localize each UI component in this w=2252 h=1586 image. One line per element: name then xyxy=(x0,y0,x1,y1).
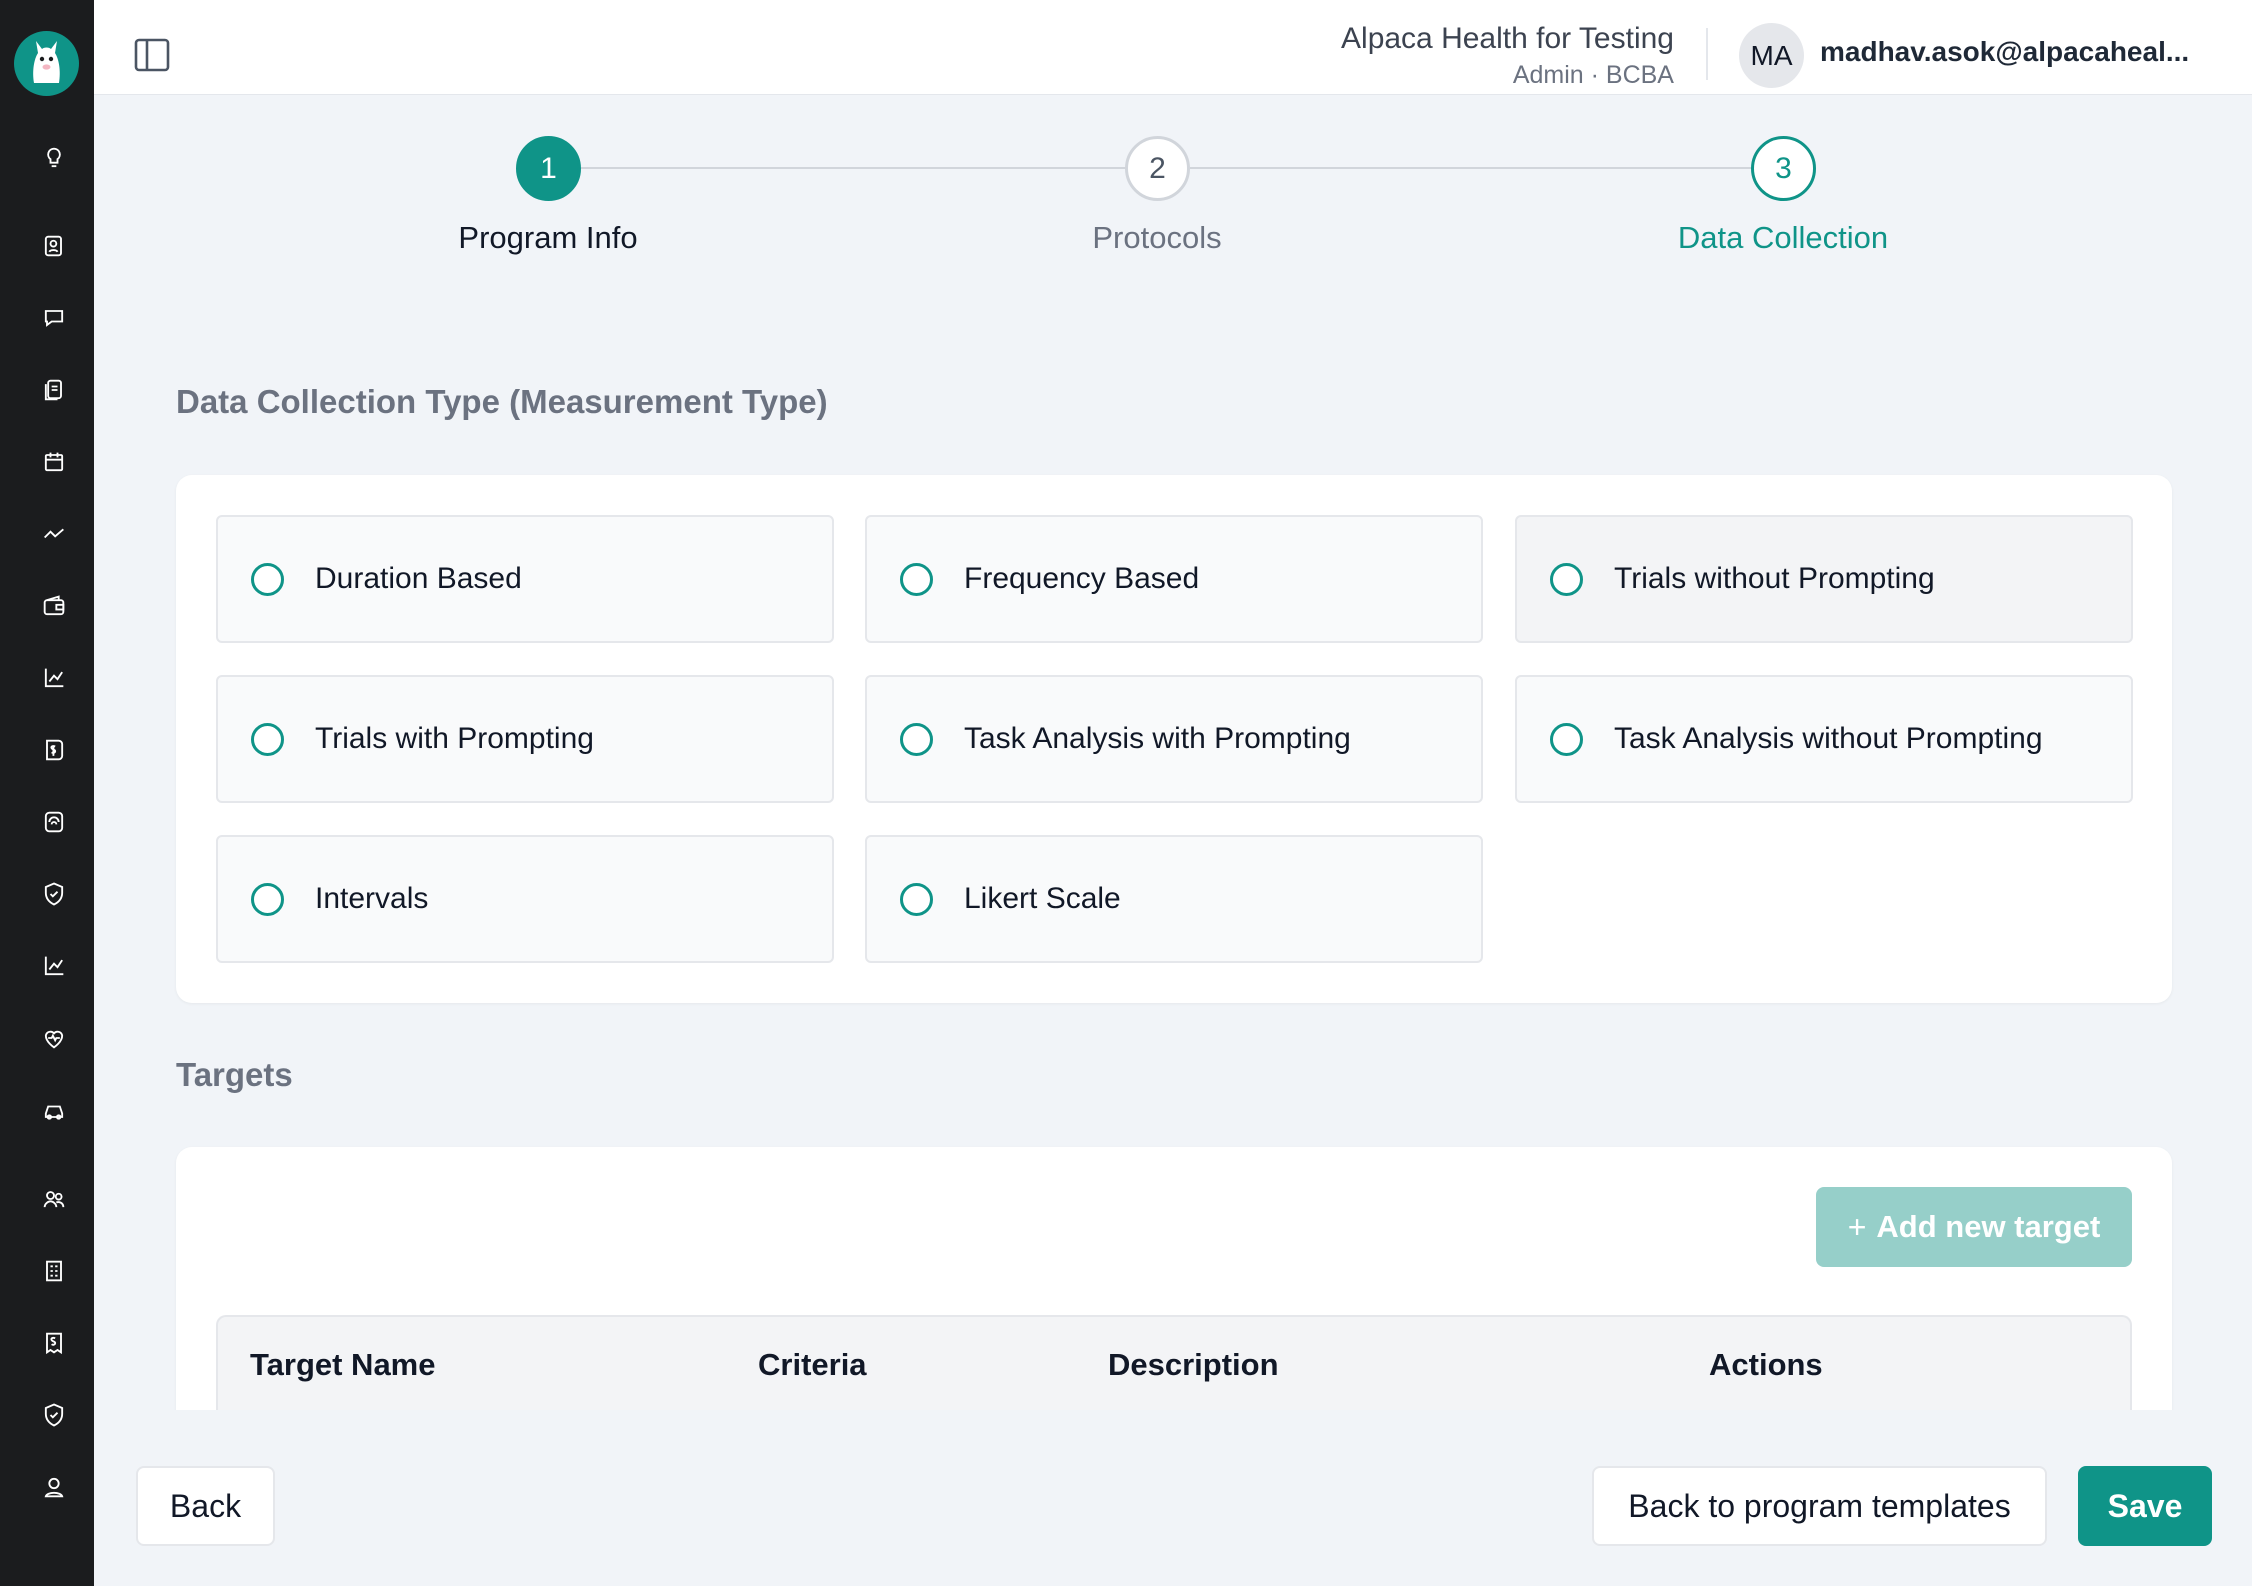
column-target-name: Target Name xyxy=(250,1347,436,1382)
option-label: Task Analysis without Prompting xyxy=(1614,722,2043,755)
header-divider xyxy=(1706,28,1708,80)
footer-bar: Back Back to program templates Save xyxy=(94,1410,2252,1586)
radio-button[interactable] xyxy=(900,882,933,916)
alpaca-logo[interactable] xyxy=(14,31,79,96)
measurement-type-card: Duration Based Frequency Based Trials wi… xyxy=(176,475,2172,1003)
analytics-icon[interactable] xyxy=(37,949,71,983)
radio-button[interactable] xyxy=(900,722,933,756)
compliance-icon[interactable] xyxy=(37,1398,71,1432)
top-header: Alpaca Health for Testing Admin · BCBA M… xyxy=(94,0,2252,95)
add-target-button[interactable]: + Add new target xyxy=(1816,1187,2132,1267)
team-icon[interactable] xyxy=(37,1182,71,1216)
profile-icon[interactable] xyxy=(37,1470,71,1504)
organization-name: Alpaca Health for Testing xyxy=(1341,22,1674,55)
column-criteria: Criteria xyxy=(758,1347,867,1382)
option-task-analysis-without-prompting[interactable]: Task Analysis without Prompting xyxy=(1515,675,2133,803)
lightbulb-icon[interactable] xyxy=(37,141,71,175)
radio-button[interactable] xyxy=(251,722,284,756)
option-label: Trials with Prompting xyxy=(315,722,594,755)
step-connector xyxy=(581,167,1126,169)
avatar[interactable]: MA xyxy=(1739,23,1804,88)
radio-button[interactable] xyxy=(900,562,933,596)
wallet-icon[interactable] xyxy=(37,589,71,623)
back-button[interactable]: Back xyxy=(136,1466,275,1546)
trend-icon[interactable] xyxy=(37,517,71,551)
shield-check-icon[interactable] xyxy=(37,877,71,911)
column-description: Description xyxy=(1108,1347,1279,1382)
targets-table-header: Target Name Criteria Description Actions xyxy=(216,1315,2132,1415)
messages-icon[interactable] xyxy=(37,301,71,335)
add-target-label: Add new target xyxy=(1876,1209,2101,1244)
targets-card: + Add new target Target Name Criteria De… xyxy=(176,1147,2172,1447)
billing-icon[interactable] xyxy=(37,733,71,767)
user-email[interactable]: madhav.asok@alpacaheal... xyxy=(1820,36,2189,68)
clients-icon[interactable] xyxy=(37,229,71,263)
user-role: Admin · BCBA xyxy=(1512,61,1674,89)
option-intervals[interactable]: Intervals xyxy=(216,835,834,963)
back-to-templates-button[interactable]: Back to program templates xyxy=(1592,1466,2047,1546)
step-1-circle[interactable]: 1 xyxy=(516,136,581,201)
radio-button[interactable] xyxy=(251,562,284,596)
radio-button[interactable] xyxy=(1550,562,1583,596)
option-label: Likert Scale xyxy=(964,882,1121,915)
sidebar-toggle-icon[interactable] xyxy=(134,38,170,72)
option-label: Frequency Based xyxy=(964,562,1200,595)
option-trials-with-prompting[interactable]: Trials with Prompting xyxy=(216,675,834,803)
option-trials-without-prompting[interactable]: Trials without Prompting xyxy=(1515,515,2133,643)
option-frequency-based[interactable]: Frequency Based xyxy=(865,515,1483,643)
invoice-icon[interactable] xyxy=(37,1326,71,1360)
save-button[interactable]: Save xyxy=(2078,1466,2212,1546)
radio-button[interactable] xyxy=(251,882,284,916)
option-label: Trials without Prompting xyxy=(1614,562,1935,595)
option-label: Duration Based xyxy=(315,562,522,595)
notes-icon[interactable] xyxy=(37,373,71,407)
chart-icon[interactable] xyxy=(37,661,71,695)
programs-icon[interactable] xyxy=(37,805,71,839)
option-label: Task Analysis with Prompting xyxy=(964,722,1351,755)
option-duration-based[interactable]: Duration Based xyxy=(216,515,834,643)
radio-button[interactable] xyxy=(1550,722,1583,756)
organization-info[interactable]: Alpaca Health for Testing Admin · BCBA xyxy=(1341,20,1674,92)
health-icon[interactable] xyxy=(37,1021,71,1055)
sidebar xyxy=(0,0,94,1586)
data-collection-title: Data Collection Type (Measurement Type) xyxy=(176,383,828,420)
plus-icon: + xyxy=(1847,1208,1867,1245)
targets-title: Targets xyxy=(176,1056,293,1093)
organization-icon[interactable] xyxy=(37,1254,71,1288)
step-3-circle[interactable]: 3 xyxy=(1751,136,1816,201)
option-task-analysis-with-prompting[interactable]: Task Analysis with Prompting xyxy=(865,675,1483,803)
column-actions: Actions xyxy=(1709,1347,1823,1382)
calendar-icon[interactable] xyxy=(37,445,71,479)
vehicle-icon[interactable] xyxy=(37,1093,71,1127)
step-1-label: Program Info xyxy=(458,220,638,255)
option-likert-scale[interactable]: Likert Scale xyxy=(865,835,1483,963)
step-2-label: Protocols xyxy=(1092,220,1222,255)
step-connector xyxy=(1190,167,1752,169)
step-3-label: Data Collection xyxy=(1677,220,1889,255)
option-label: Intervals xyxy=(315,882,429,915)
step-2-circle[interactable]: 2 xyxy=(1125,136,1190,201)
